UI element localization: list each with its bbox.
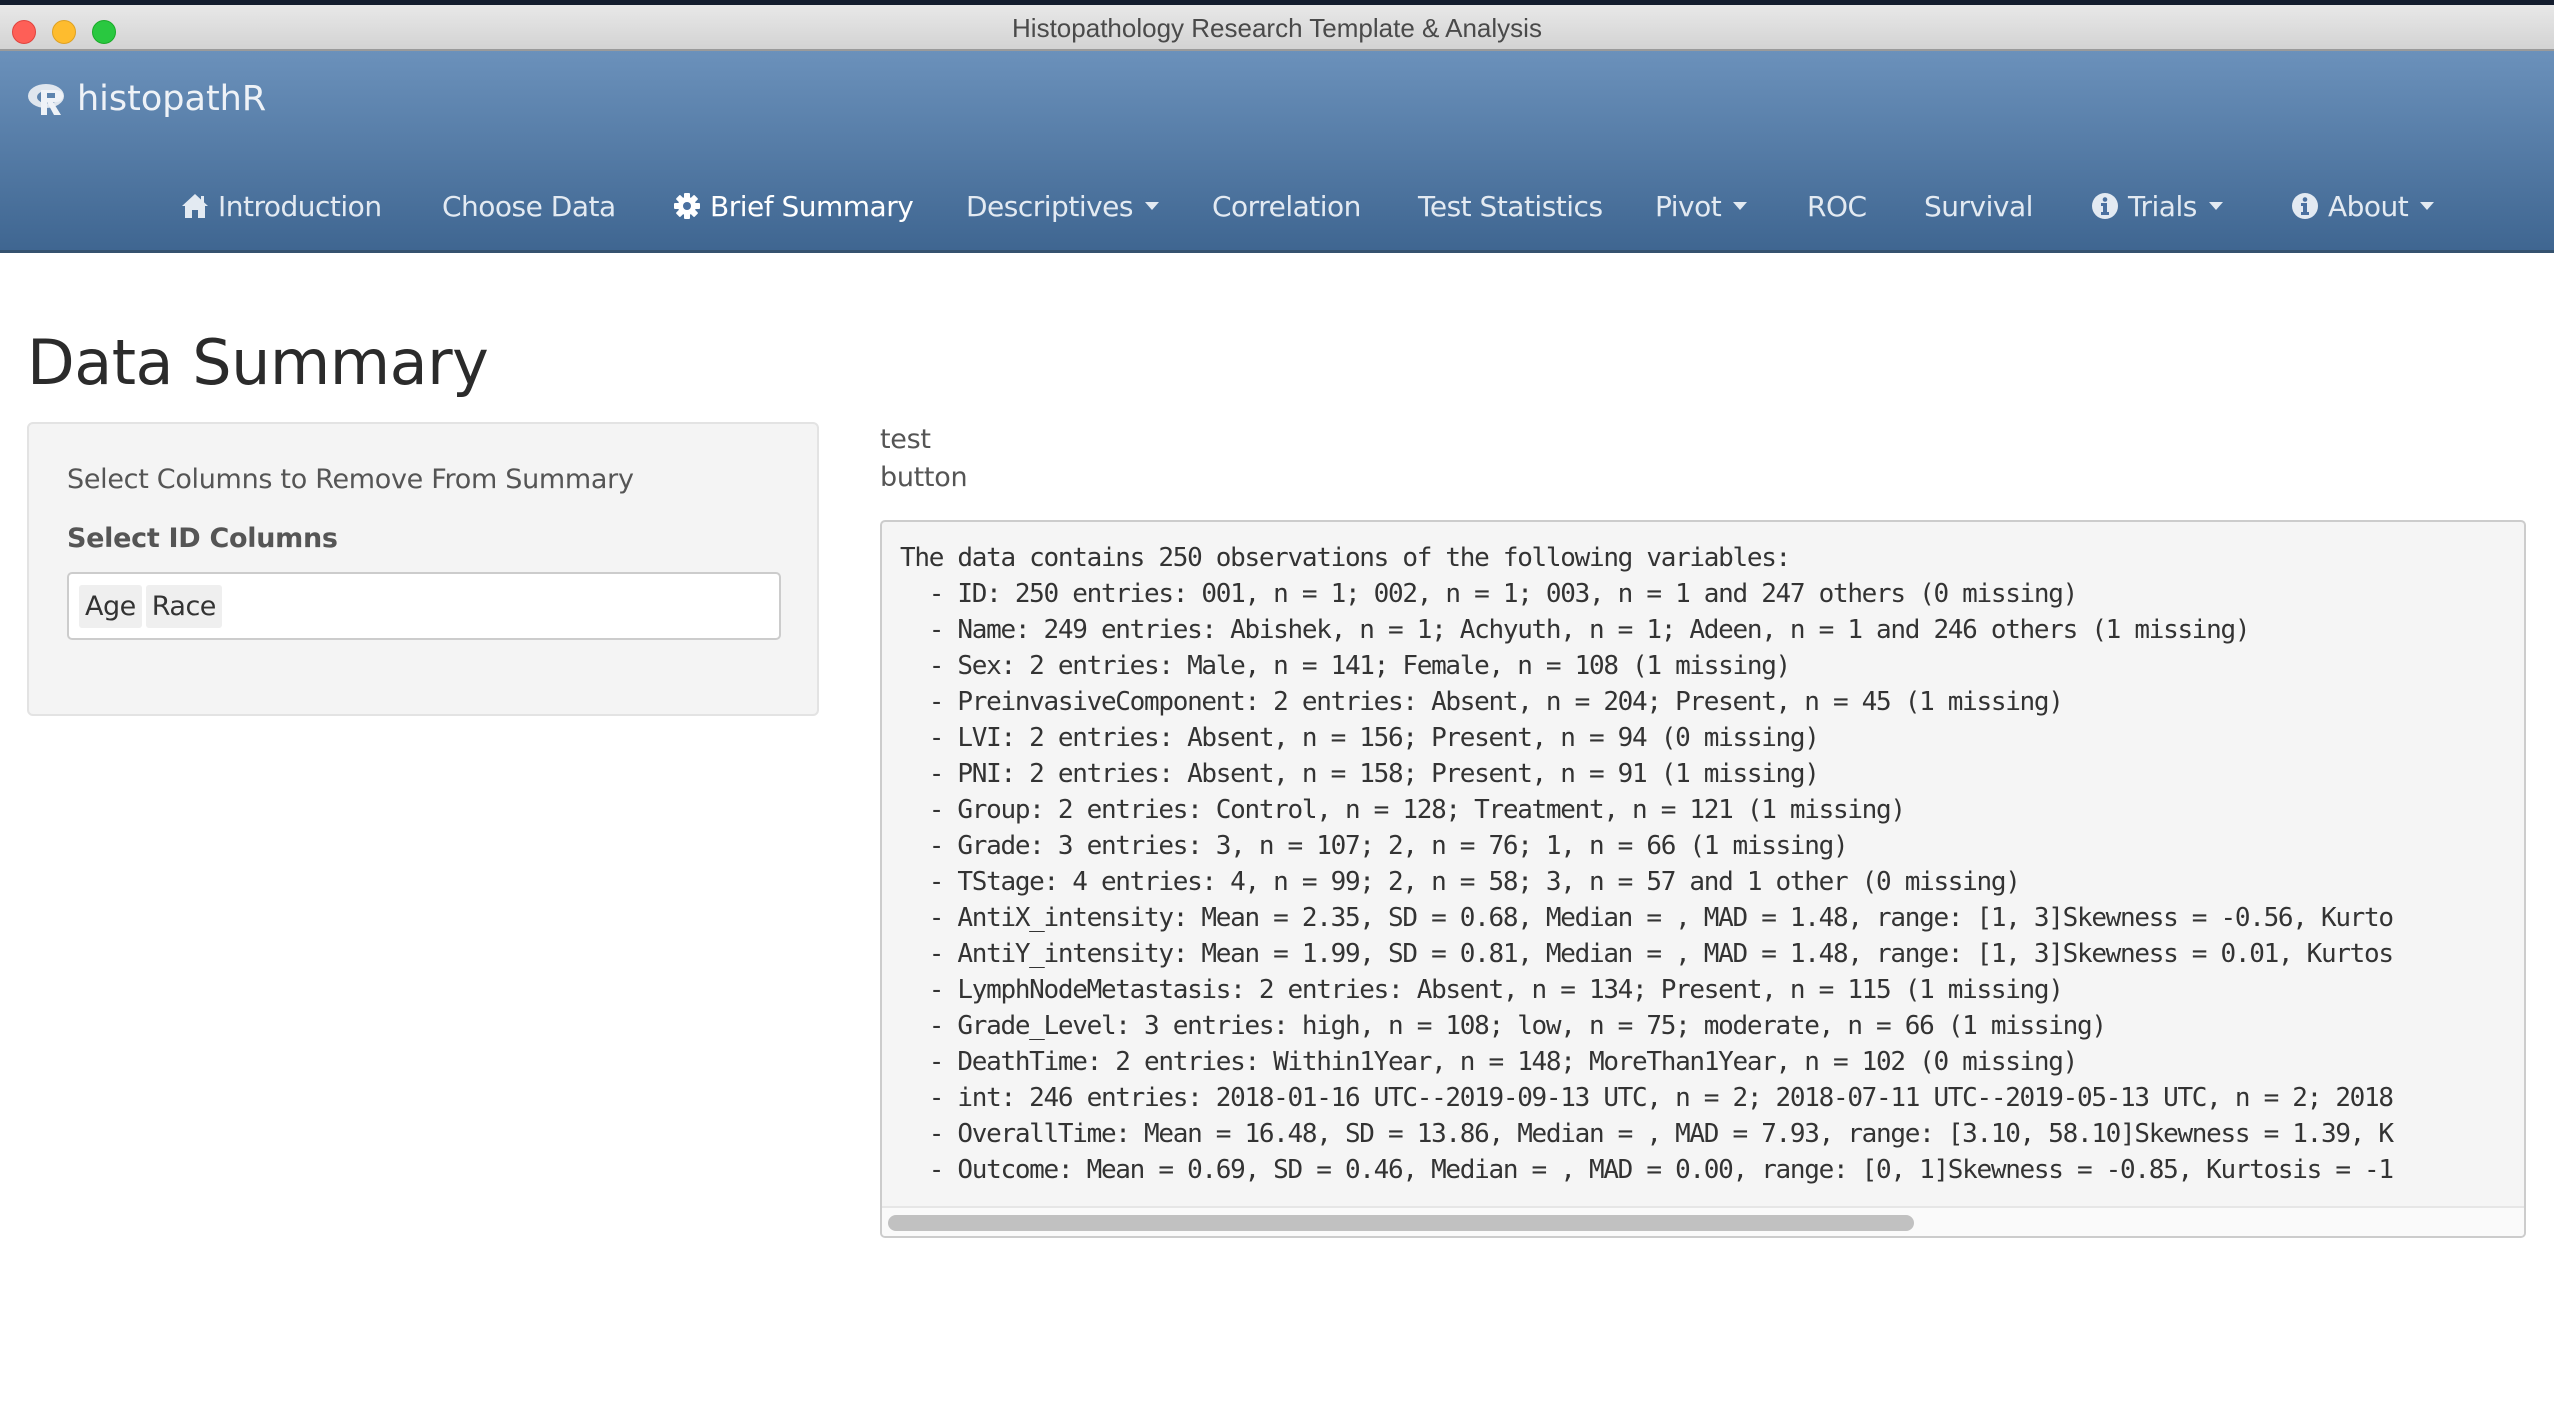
output-text-button: button bbox=[880, 462, 968, 493]
caret-down-icon bbox=[2208, 202, 2223, 210]
summary-variable-line: - AntiY_intensity: Mean = 1.99, SD = 0.8… bbox=[900, 939, 2394, 969]
nav-introduction[interactable]: Introduction bbox=[180, 190, 382, 223]
nav-choose-data[interactable]: Choose Data bbox=[442, 190, 616, 223]
section-label: Select Columns to Remove From Summary bbox=[67, 464, 634, 495]
caret-down-icon bbox=[2420, 202, 2435, 210]
summary-text: The data contains 250 observations of th… bbox=[900, 540, 2394, 1188]
summary-variable-line: - Grade_Level: 3 entries: high, n = 108;… bbox=[900, 1011, 2107, 1041]
r-logo-icon bbox=[28, 84, 64, 115]
summary-variable-line: - TStage: 4 entries: 4, n = 99; 2, n = 5… bbox=[900, 867, 2021, 897]
nav-survival[interactable]: Survival bbox=[1924, 190, 2033, 223]
nav-roc-label: ROC bbox=[1807, 189, 1867, 223]
summary-variable-line: - LVI: 2 entries: Absent, n = 156; Prese… bbox=[900, 723, 1820, 753]
nav-introduction-label: Introduction bbox=[218, 189, 382, 223]
summary-variable-line: - LymphNodeMetastasis: 2 entries: Absent… bbox=[900, 975, 2064, 1005]
brand[interactable]: histopathR bbox=[27, 79, 266, 119]
info-circle-icon bbox=[2092, 193, 2118, 219]
summary-variable-line: - DeathTime: 2 entries: Within1Year, n =… bbox=[900, 1047, 2079, 1077]
summary-variable-line: - OverallTime: Mean = 16.48, SD = 13.86,… bbox=[900, 1119, 2394, 1149]
summary-variable-line: - PreinvasiveComponent: 2 entries: Absen… bbox=[900, 687, 2064, 717]
gear-icon bbox=[674, 193, 700, 219]
nav-about-label: About bbox=[2328, 189, 2409, 223]
nav-brief-summary[interactable]: Brief Summary bbox=[672, 189, 914, 223]
summary-variable-line: - AntiX_intensity: Mean = 2.35, SD = 0.6… bbox=[900, 903, 2394, 933]
nav-test-statistics-label: Test Statistics bbox=[1418, 189, 1603, 223]
info-circle-icon bbox=[2292, 193, 2318, 219]
id-columns-select[interactable]: Age Race bbox=[67, 572, 781, 640]
horizontal-scrollbar[interactable] bbox=[882, 1206, 2524, 1236]
nav-brief-summary-label: Brief Summary bbox=[710, 189, 914, 223]
caret-down-icon bbox=[1144, 202, 1159, 210]
summary-variable-line: - PNI: 2 entries: Absent, n = 158; Prese… bbox=[900, 759, 1820, 789]
nav-descriptives[interactable]: Descriptives bbox=[966, 190, 1159, 223]
nav-pivot-label: Pivot bbox=[1655, 189, 1722, 223]
nav-roc[interactable]: ROC bbox=[1807, 190, 1867, 223]
data-summary-output[interactable]: The data contains 250 observations of th… bbox=[880, 520, 2526, 1238]
id-columns-label: Select ID Columns bbox=[67, 523, 338, 554]
nav-correlation-label: Correlation bbox=[1212, 189, 1361, 223]
nav-correlation[interactable]: Correlation bbox=[1212, 190, 1361, 223]
summary-variable-line: - int: 246 entries: 2018-01-16 UTC--2019… bbox=[900, 1083, 2394, 1113]
summary-variable-line: - Grade: 3 entries: 3, n = 107; 2, n = 7… bbox=[900, 831, 1849, 861]
summary-variable-line: - Name: 249 entries: Abishek, n = 1; Ach… bbox=[900, 615, 2251, 645]
summary-variable-line: - ID: 250 entries: 001, n = 1; 002, n = … bbox=[900, 579, 2079, 609]
home-icon bbox=[182, 194, 208, 218]
output-text-test: test bbox=[880, 424, 931, 455]
navbar: histopathR Introduction Choose Data Brie… bbox=[0, 51, 2554, 253]
selected-item-chip[interactable]: Age bbox=[79, 584, 142, 628]
window-titlebar: Histopathology Research Template & Analy… bbox=[0, 5, 2554, 51]
window-title: Histopathology Research Template & Analy… bbox=[1012, 13, 1542, 43]
main-nav: Introduction Choose Data Brief Summary D… bbox=[0, 181, 2554, 231]
brand-label: histopathR bbox=[77, 79, 267, 119]
nav-survival-label: Survival bbox=[1924, 189, 2033, 223]
nav-test-statistics[interactable]: Test Statistics bbox=[1418, 190, 1603, 223]
summary-header-line: The data contains 250 observations of th… bbox=[900, 543, 1791, 573]
nav-trials[interactable]: Trials bbox=[2090, 190, 2223, 223]
selected-item-chip[interactable]: Race bbox=[145, 584, 222, 628]
scrollbar-thumb[interactable] bbox=[888, 1215, 1914, 1231]
summary-variable-line: - Group: 2 entries: Control, n = 128; Tr… bbox=[900, 795, 1906, 825]
page-title: Data Summary bbox=[27, 326, 489, 399]
caret-down-icon bbox=[1733, 202, 1748, 210]
summary-variable-line: - Sex: 2 entries: Male, n = 141; Female,… bbox=[900, 651, 1792, 681]
nav-trials-label: Trials bbox=[2128, 189, 2197, 223]
nav-descriptives-label: Descriptives bbox=[966, 189, 1133, 223]
nav-pivot[interactable]: Pivot bbox=[1655, 189, 1748, 223]
summary-variable-line: - Outcome: Mean = 0.69, SD = 0.46, Media… bbox=[900, 1155, 2394, 1185]
sidebar-panel: Select Columns to Remove From Summary Se… bbox=[27, 422, 819, 716]
nav-choose-data-label: Choose Data bbox=[442, 189, 616, 223]
nav-about[interactable]: About bbox=[2290, 189, 2435, 223]
